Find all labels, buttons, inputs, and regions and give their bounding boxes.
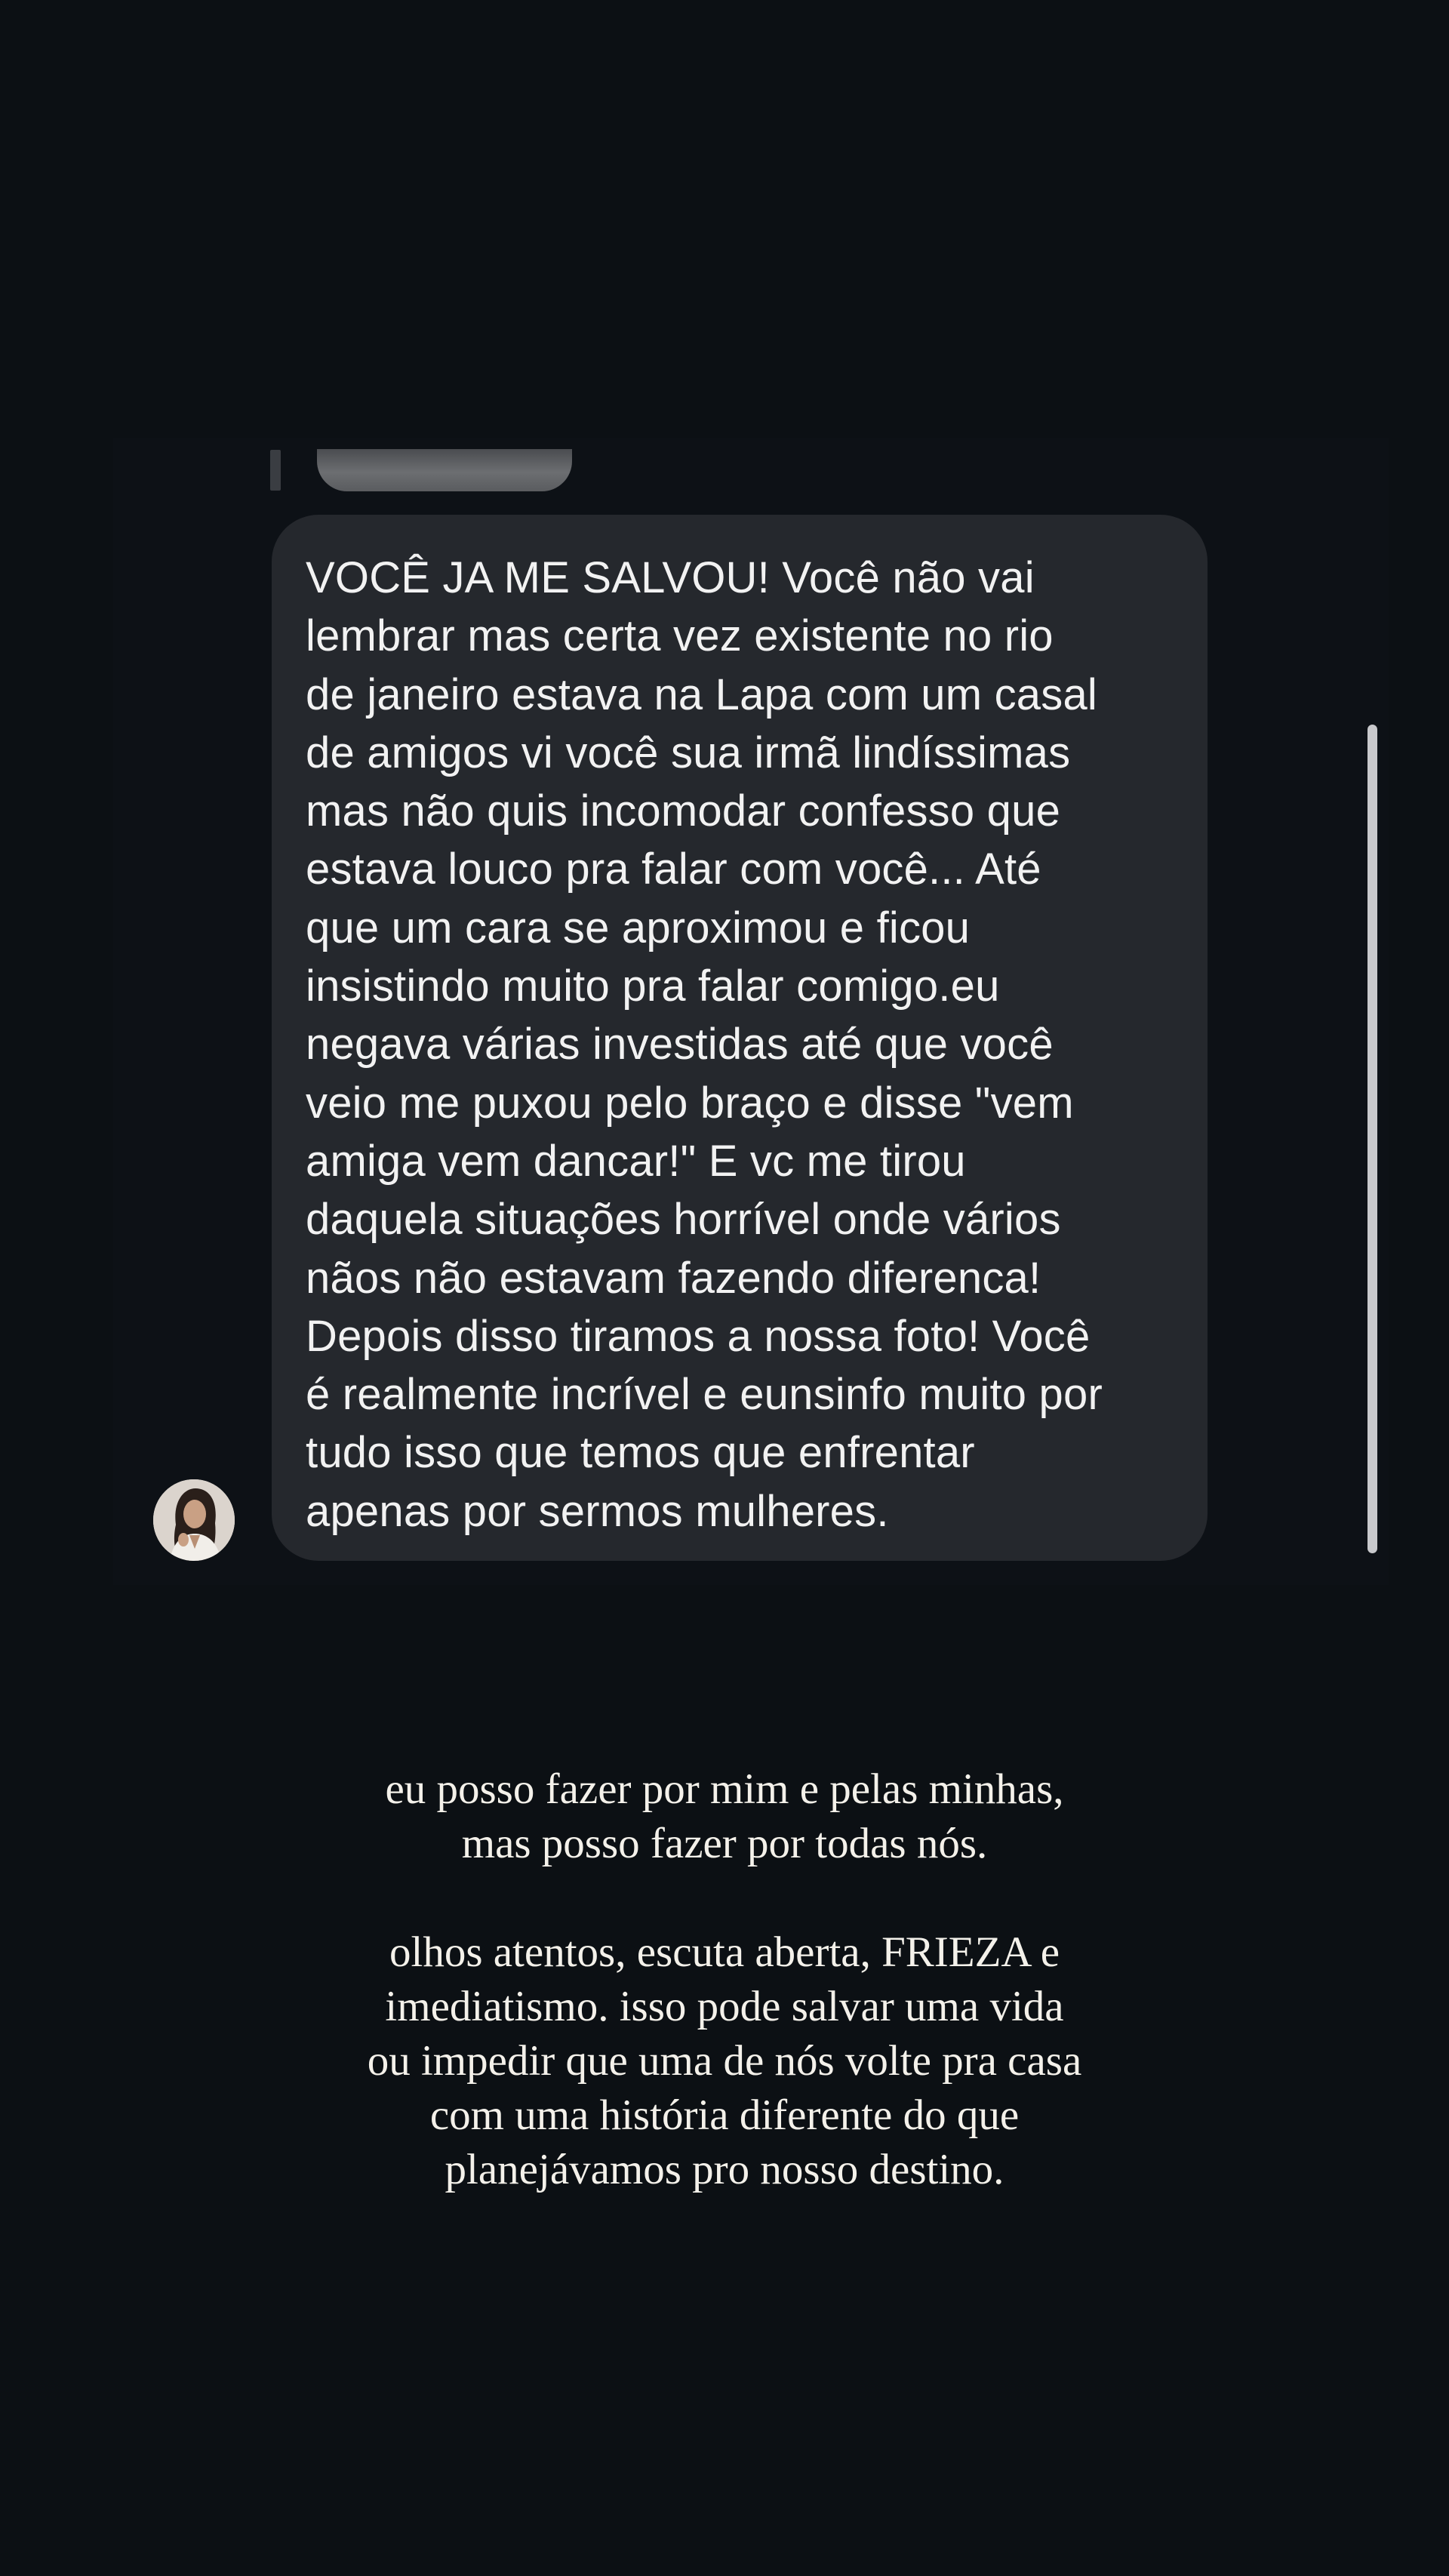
scrollbar[interactable] — [1367, 725, 1377, 1553]
story-caption: eu posso fazer por mim e pelas minhas, m… — [196, 1762, 1253, 2197]
caption-paragraph-2: olhos atentos, escuta aberta, FRIEZA e i… — [367, 1928, 1082, 2193]
sender-avatar[interactable] — [153, 1479, 235, 1561]
story-canvas: VOCÊ JA ME SALVOU! Você não vai lembrar … — [0, 0, 1449, 2576]
avatar-photo-icon — [153, 1479, 235, 1561]
message-bubble[interactable]: VOCÊ JA ME SALVOU! Você não vai lembrar … — [272, 515, 1208, 1561]
previous-message-bubble[interactable] — [317, 449, 572, 491]
message-text: VOCÊ JA ME SALVOU! Você não vai lembrar … — [306, 553, 1103, 1536]
caption-paragraph-1: eu posso fazer por mim e pelas minhas, m… — [385, 1765, 1064, 1867]
reply-indicator-bar — [270, 450, 281, 491]
